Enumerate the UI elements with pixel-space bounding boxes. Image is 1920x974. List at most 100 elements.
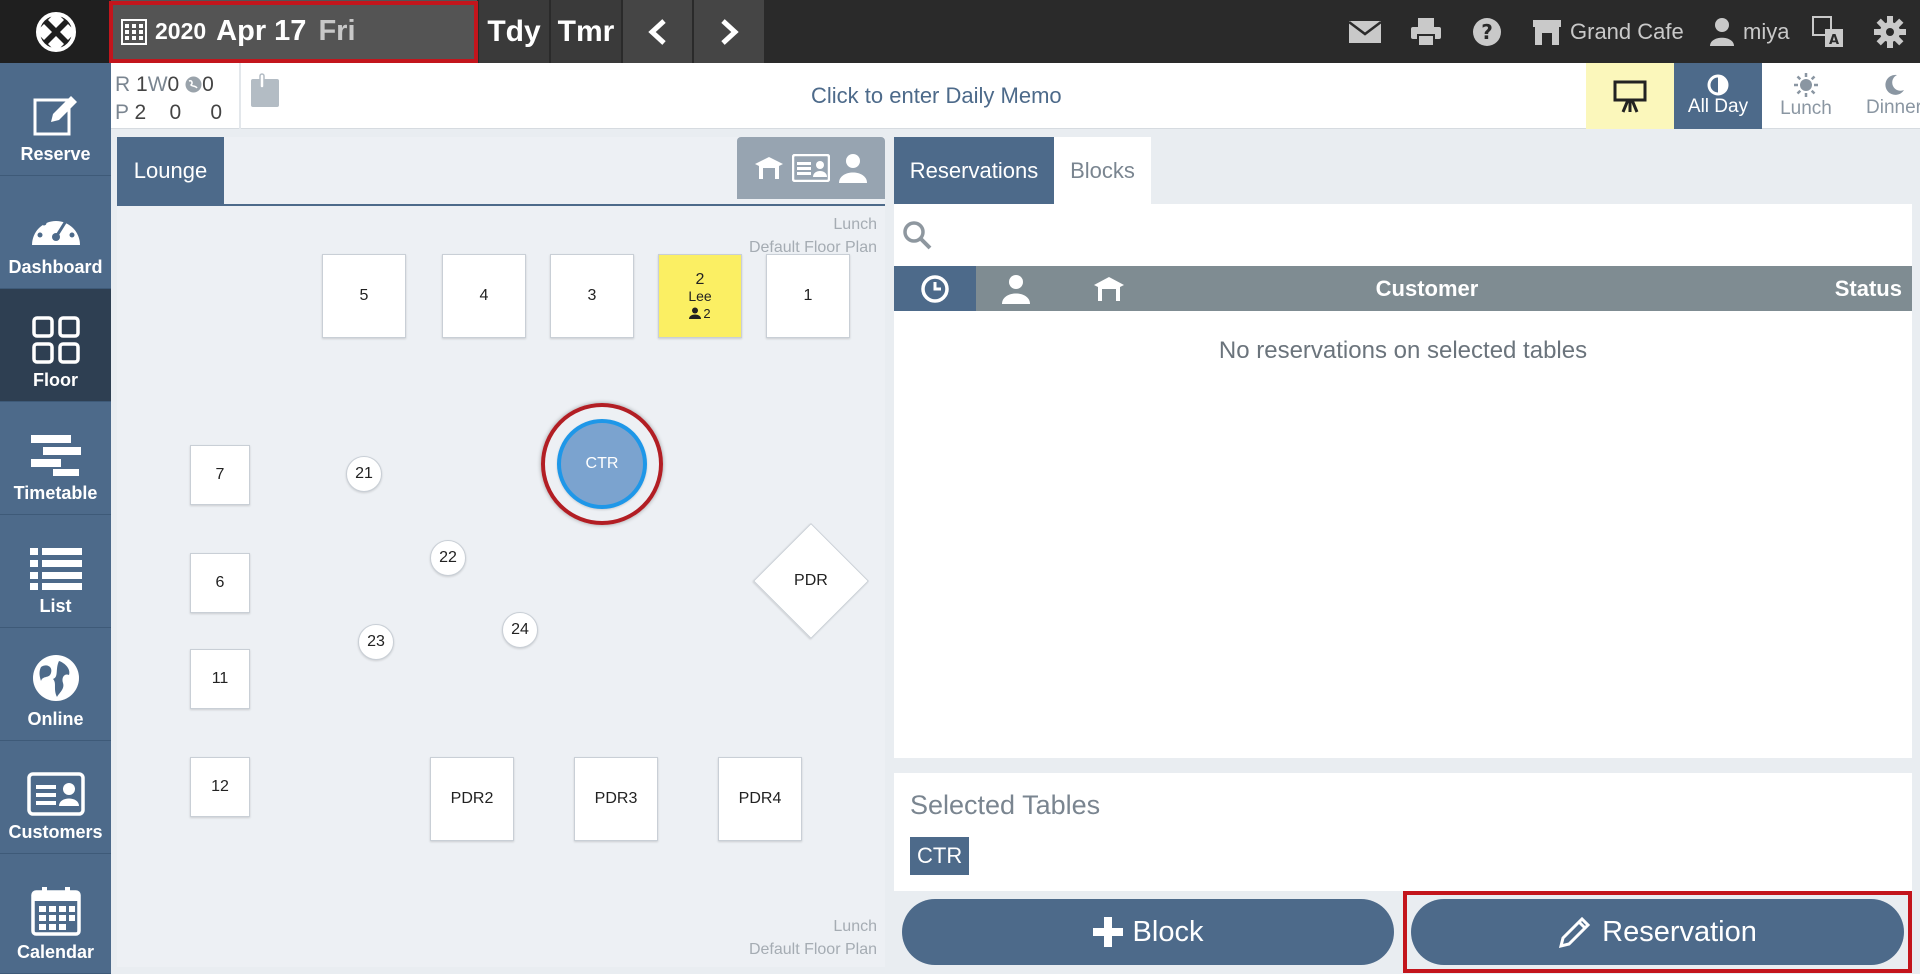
reservation-list-panel: Customer Status No reservations on selec…: [894, 204, 1912, 758]
sidebar-item-label: Reserve: [20, 144, 91, 164]
settings-button[interactable]: [1874, 0, 1906, 63]
mode-dinner[interactable]: Dinner: [1850, 63, 1920, 129]
prev-day-button[interactable]: [623, 0, 692, 63]
svg-text:?: ?: [1481, 20, 1493, 44]
add-reservation-button[interactable]: Reservation: [1411, 899, 1904, 965]
table-11[interactable]: 11: [190, 649, 250, 709]
mode-lunch[interactable]: Lunch: [1762, 63, 1850, 129]
mode-all-day[interactable]: All Day: [1674, 63, 1762, 129]
status-column-header[interactable]: Status: [1802, 276, 1912, 302]
board-icon: [1613, 80, 1647, 113]
tab-blocks[interactable]: Blocks: [1054, 137, 1151, 204]
sidebar-item-label: Dashboard: [8, 257, 103, 277]
next-day-button[interactable]: [694, 0, 764, 63]
table-6[interactable]: 6: [190, 553, 250, 613]
list-icon: [29, 548, 82, 590]
table-7[interactable]: 7: [190, 445, 250, 505]
table-label: PDR2: [450, 790, 494, 807]
table-label: PDR: [794, 572, 828, 589]
user-menu[interactable]: miya: [1709, 0, 1789, 63]
sort-time-header[interactable]: [894, 266, 976, 311]
sidebar-item-online[interactable]: Online: [0, 628, 111, 741]
sidebar-item-floor[interactable]: Floor: [0, 289, 111, 402]
tomorrow-button[interactable]: Tmr: [551, 0, 621, 63]
add-block-label: Block: [1132, 915, 1204, 948]
sidebar-item-label: Customers: [8, 822, 103, 842]
table-icon[interactable]: [754, 156, 784, 180]
table-label: 2: [695, 270, 705, 288]
table-5[interactable]: 5: [322, 254, 406, 338]
area-tab-lounge[interactable]: Lounge: [117, 137, 224, 204]
sidebar-item-timetable[interactable]: Timetable: [0, 402, 111, 515]
reservation-table-header: Customer Status: [894, 266, 1912, 311]
help-icon: ?: [1473, 17, 1501, 46]
customer-column-header[interactable]: Customer: [1162, 276, 1802, 302]
date-picker[interactable]: 2020 Apr 17 Fri: [111, 0, 477, 63]
mode-dinner-label: Dinner: [1866, 97, 1920, 118]
table-label: 5: [359, 287, 369, 304]
table-label: 1: [803, 287, 813, 304]
count-w-value: 0: [167, 73, 180, 96]
sidebar-item-label: Timetable: [13, 483, 98, 503]
table-pdr2[interactable]: PDR2: [430, 757, 514, 841]
table-label: 21: [355, 465, 373, 482]
table-pdr[interactable]: PDR: [753, 523, 869, 639]
add-block-button[interactable]: Block: [902, 899, 1394, 965]
table-pdr3[interactable]: PDR3: [574, 757, 658, 841]
user-icon: [1710, 17, 1734, 46]
memo-clip-button[interactable]: [249, 73, 281, 114]
app-logo[interactable]: [0, 0, 111, 63]
restaurant-name: Grand Cafe: [1570, 18, 1684, 44]
table-ctr[interactable]: CTR: [557, 419, 647, 509]
presentation-mode-button[interactable]: [1586, 63, 1674, 129]
online-globe-small-icon: [185, 76, 202, 93]
daily-memo-link[interactable]: Click to enter Daily Memo: [811, 83, 1062, 109]
table-24[interactable]: 24: [502, 612, 538, 648]
table-21[interactable]: 21: [346, 456, 382, 492]
count-r-label: R: [115, 73, 131, 96]
table-4[interactable]: 4: [442, 254, 526, 338]
mail-icon: [1348, 20, 1382, 43]
table-pdr4[interactable]: PDR4: [718, 757, 802, 841]
sidebar-item-dashboard[interactable]: Dashboard: [0, 176, 111, 289]
selected-table-chip[interactable]: CTR: [910, 837, 970, 875]
sun-icon: [1794, 73, 1818, 97]
sidebar-item-customers[interactable]: Customers: [0, 741, 111, 854]
sidebar-item-reserve[interactable]: Reserve: [0, 63, 111, 176]
user-icon[interactable]: [838, 153, 868, 183]
table-1[interactable]: 1: [766, 254, 850, 338]
table-label: 3: [587, 287, 597, 304]
table-party-size: 2: [689, 305, 711, 322]
grid-icon: [31, 316, 80, 364]
count-r-value: 1: [136, 73, 148, 96]
id-card-icon[interactable]: [792, 154, 830, 182]
table-23[interactable]: 23: [358, 624, 394, 660]
floor-tab-underline: [117, 204, 885, 206]
mail-button[interactable]: [1348, 0, 1382, 63]
svg-text:A: A: [1829, 33, 1839, 48]
today-button[interactable]: Tdy: [479, 0, 549, 63]
translate-icon: A: [1812, 15, 1843, 48]
table-label: 7: [215, 466, 225, 483]
add-reservation-label: Reservation: [1602, 915, 1757, 948]
table-3[interactable]: 3: [550, 254, 634, 338]
tab-reservations[interactable]: Reservations: [894, 137, 1054, 204]
table-2[interactable]: 2 Lee 2: [658, 254, 742, 338]
language-button[interactable]: A: [1812, 0, 1844, 63]
count-p-label: P: [115, 101, 129, 124]
search-bar[interactable]: [894, 204, 1912, 266]
sidebar-item-list[interactable]: List: [0, 515, 111, 628]
sidebar-item-calendar[interactable]: Calendar: [0, 854, 111, 974]
selected-tables-title: Selected Tables: [910, 790, 1101, 820]
sort-table-header[interactable]: [1056, 276, 1162, 302]
date-year: 2020: [155, 18, 207, 44]
chevron-left-icon: [647, 18, 666, 45]
table-label: 22: [439, 549, 457, 566]
print-button[interactable]: [1410, 0, 1442, 63]
table-12[interactable]: 12: [190, 757, 250, 817]
help-button[interactable]: ?: [1472, 0, 1502, 63]
sort-party-header[interactable]: [976, 274, 1056, 304]
plan-note-service: Lunch: [833, 918, 877, 935]
table-22[interactable]: 22: [430, 540, 466, 576]
restaurant-selector[interactable]: Grand Cafe: [1532, 0, 1684, 63]
